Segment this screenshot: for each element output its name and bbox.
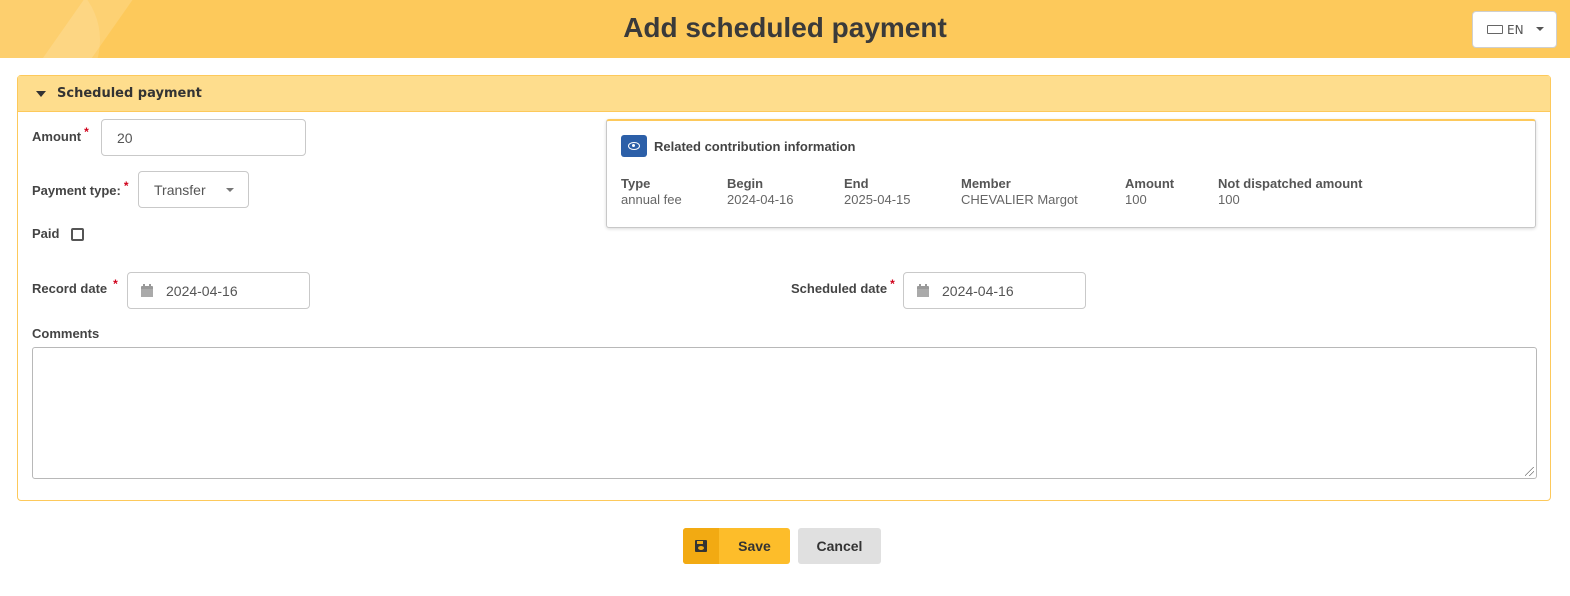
calendar-icon [141, 284, 153, 297]
required-mark: * [84, 125, 89, 139]
col-header: End [844, 176, 869, 191]
chevron-down-icon [1536, 27, 1544, 31]
amount-label-text: Amount [32, 129, 82, 144]
save-icon-wrap [683, 528, 719, 564]
record-date-input[interactable]: 2024-04-16 [127, 272, 310, 309]
language-selector[interactable]: EN [1472, 11, 1557, 48]
col-header: Type [621, 176, 651, 191]
translate-icon [1487, 25, 1503, 34]
col-value: 100 [1125, 192, 1147, 207]
contribution-col-end: End 2025-04-15 [844, 176, 911, 207]
chevron-down-icon [226, 188, 234, 192]
col-value: CHEVALIER Margot [961, 192, 1078, 207]
record-date-label: Record date * [32, 277, 118, 296]
contribution-col-amount: Amount 100 [1125, 176, 1174, 207]
page-title: Add scheduled payment [623, 12, 947, 43]
record-date-label-text: Record date [32, 281, 108, 296]
payment-type-label: Payment type: * [32, 179, 129, 198]
required-mark: * [890, 277, 895, 291]
amount-input[interactable]: 20 [101, 119, 306, 156]
col-header: Begin [727, 176, 764, 191]
record-date-value: 2024-04-16 [166, 282, 238, 299]
panel-header[interactable]: Scheduled payment [18, 76, 1550, 112]
related-contribution-title: Related contribution information [621, 135, 856, 157]
payment-type-value: Transfer [154, 181, 206, 198]
scheduled-date-input[interactable]: 2024-04-16 [903, 272, 1086, 309]
col-header: Not dispatched amount [1218, 176, 1363, 191]
col-value: annual fee [621, 192, 682, 207]
col-value: 2024-04-16 [727, 192, 794, 207]
resize-handle-icon[interactable] [1525, 467, 1534, 476]
view-contribution-button[interactable] [621, 135, 647, 157]
contribution-col-type: Type annual fee [621, 176, 682, 207]
scheduled-date-label-text: Scheduled date [791, 281, 888, 296]
calendar-icon [917, 284, 929, 297]
save-button[interactable]: Save [683, 528, 790, 564]
floppy-disk-icon [695, 540, 707, 552]
related-contribution-box: Related contribution information Type an… [606, 119, 1536, 228]
contribution-col-not-dispatched: Not dispatched amount 100 [1218, 176, 1362, 207]
scheduled-date-label: Scheduled date * [791, 277, 895, 296]
related-contribution-title-text: Related contribution information [654, 138, 856, 154]
comments-textarea[interactable] [32, 347, 1537, 479]
col-value: 100 [1218, 192, 1240, 207]
required-mark: * [123, 179, 129, 193]
collapse-triangle-icon [36, 90, 46, 97]
save-button-label: Save [738, 538, 771, 554]
cancel-button[interactable]: Cancel [798, 528, 881, 564]
amount-label: Amount * [32, 125, 89, 144]
contribution-col-begin: Begin 2024-04-16 [727, 176, 794, 207]
col-header: Member [961, 176, 1011, 191]
language-label: EN [1507, 22, 1524, 37]
scheduled-date-value: 2024-04-16 [942, 282, 1014, 299]
header-bar: Add scheduled payment EN [0, 0, 1570, 58]
contribution-col-member: Member CHEVALIER Margot [961, 176, 1078, 207]
col-header: Amount [1125, 176, 1175, 191]
col-value: 2025-04-15 [844, 192, 911, 207]
payment-type-select[interactable]: Transfer [138, 171, 249, 208]
eye-icon [628, 142, 640, 150]
amount-value: 20 [117, 129, 133, 146]
paid-label: Paid [32, 226, 60, 241]
payment-type-label-text: Payment type: [32, 183, 121, 198]
required-mark: * [113, 277, 118, 291]
panel-title: Scheduled payment [57, 86, 202, 101]
comments-label: Comments [32, 326, 100, 341]
paid-checkbox[interactable] [71, 228, 84, 241]
